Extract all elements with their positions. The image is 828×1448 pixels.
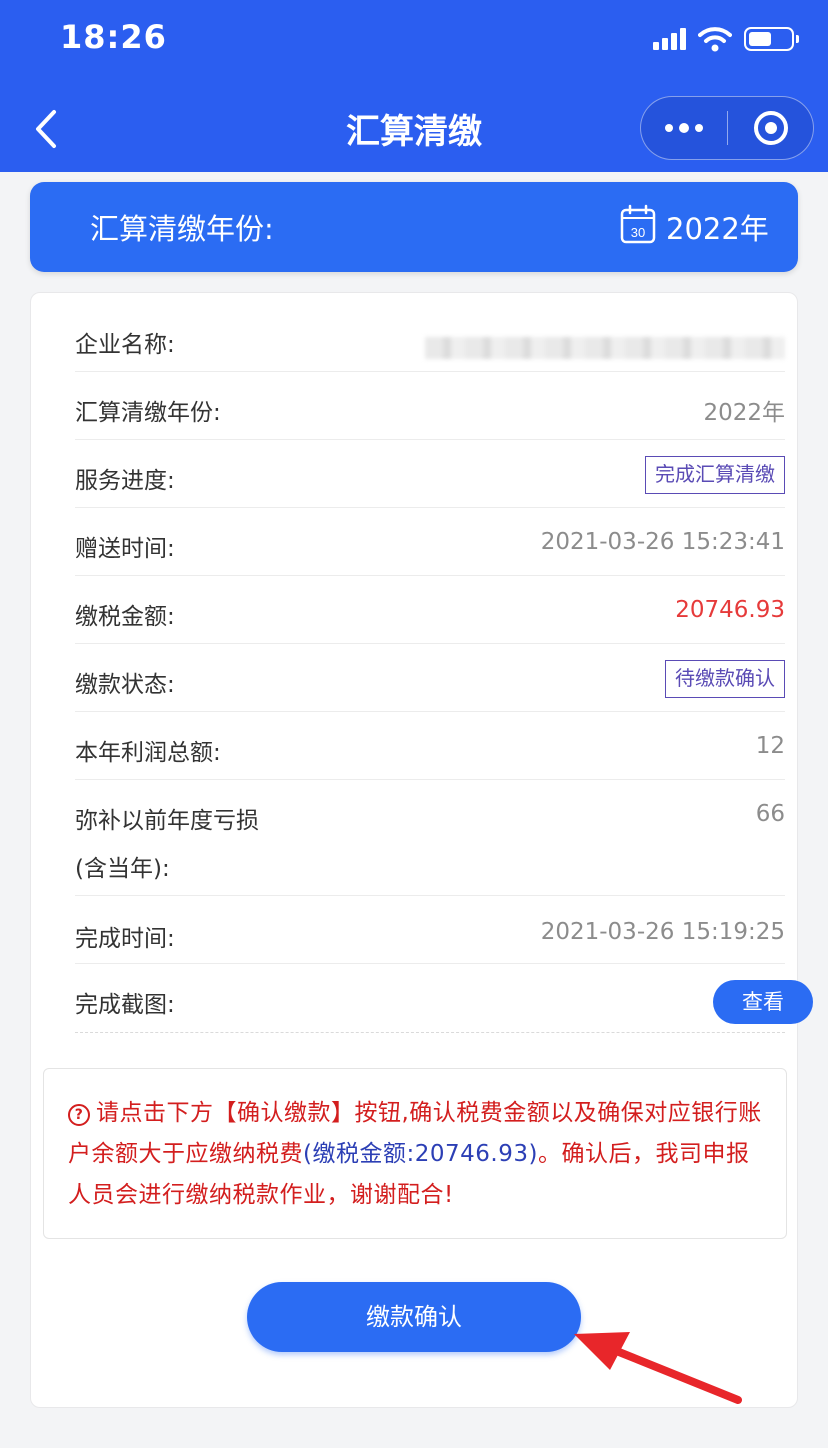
confirm-payment-button[interactable]: 缴款确认 (247, 1282, 581, 1352)
row-label: 缴税金额: (75, 604, 175, 630)
row-payment-status: 缴款状态: 待缴款确认 (75, 644, 785, 712)
status-icons (653, 22, 799, 56)
row-label: 企业名称: (75, 332, 175, 358)
calendar-icon: 30 (620, 204, 656, 244)
battery-icon (744, 27, 799, 51)
notice-amount: (缴税金额:20746.93) (303, 1141, 538, 1167)
row-gift-time: 赠送时间: 2021-03-26 15:23:41 (75, 508, 785, 576)
view-screenshot-button[interactable]: 查看 (713, 980, 813, 1024)
row-label-line2: (含当年): (75, 856, 170, 882)
calendar-day: 30 (631, 225, 645, 240)
tax-amount-value: 20746.93 (675, 597, 785, 623)
row-label: 完成时间: (75, 926, 175, 952)
signal-icon (653, 28, 686, 50)
row-settlement-year: 汇算清缴年份: 2022年 (75, 372, 785, 440)
row-label: 完成截图: (75, 992, 175, 1018)
row-value: 66 (755, 801, 785, 827)
company-name-masked (425, 337, 785, 359)
notice-text: ? 请点击下方【确认缴款】按钮,确认税费金额以及确保对应银行账户余额大于应缴纳税费… (68, 1093, 762, 1216)
close-mini-program-button[interactable] (728, 111, 813, 145)
row-completion-screenshot: 完成截图: 查看 (75, 964, 813, 1032)
row-completion-time: 完成时间: 2021-03-26 15:19:25 (75, 896, 785, 964)
row-label: 汇算清缴年份: (75, 400, 221, 426)
year-selector[interactable]: 汇算清缴年份: 30 2022年 (30, 182, 798, 272)
more-icon[interactable] (641, 97, 727, 159)
target-icon (753, 111, 788, 145)
notice-box: ? 请点击下方【确认缴款】按钮,确认税费金额以及确保对应银行账户余额大于应缴纳税费… (43, 1068, 787, 1239)
year-selector-label: 汇算清缴年份: (90, 212, 274, 246)
row-value: 2022年 (703, 400, 785, 426)
row-service-progress: 服务进度: 完成汇算清缴 (75, 440, 785, 508)
red-arrow-icon (574, 1332, 742, 1404)
row-label: 服务进度: (75, 468, 175, 494)
status-time: 18:26 (60, 18, 167, 56)
row-company-name: 企业名称: (75, 303, 785, 372)
row-annual-profit: 本年利润总额: 12 (75, 712, 785, 780)
header: 18:26 汇算清缴 (0, 0, 828, 172)
progress-tag: 完成汇算清缴 (645, 456, 785, 494)
settlement-card: 企业名称: 汇算清缴年份: 2022年 服务进度: 完成汇算清缴 赠送时间: 2… (30, 292, 813, 1408)
question-icon: ? (68, 1104, 90, 1126)
row-label: 本年利润总额: (75, 740, 221, 766)
row-label: 弥补以前年度亏损 (75, 808, 259, 834)
dashed-divider (75, 1032, 785, 1033)
mini-program-capsule (640, 96, 814, 160)
row-label: 缴款状态: (75, 672, 175, 698)
payment-status-tag: 待缴款确认 (665, 660, 785, 698)
row-value: 2021-03-26 15:23:41 (540, 529, 785, 555)
row-value: 12 (755, 733, 785, 759)
row-loss-offset: 弥补以前年度亏损 (含当年): 66 (75, 780, 785, 896)
row-value: 2021-03-26 15:19:25 (540, 919, 785, 945)
row-tax-amount: 缴税金额: 20746.93 (75, 576, 785, 644)
year-selector-value: 2022年 (666, 212, 769, 246)
row-label: 赠送时间: (75, 536, 175, 562)
wifi-icon (698, 27, 732, 52)
